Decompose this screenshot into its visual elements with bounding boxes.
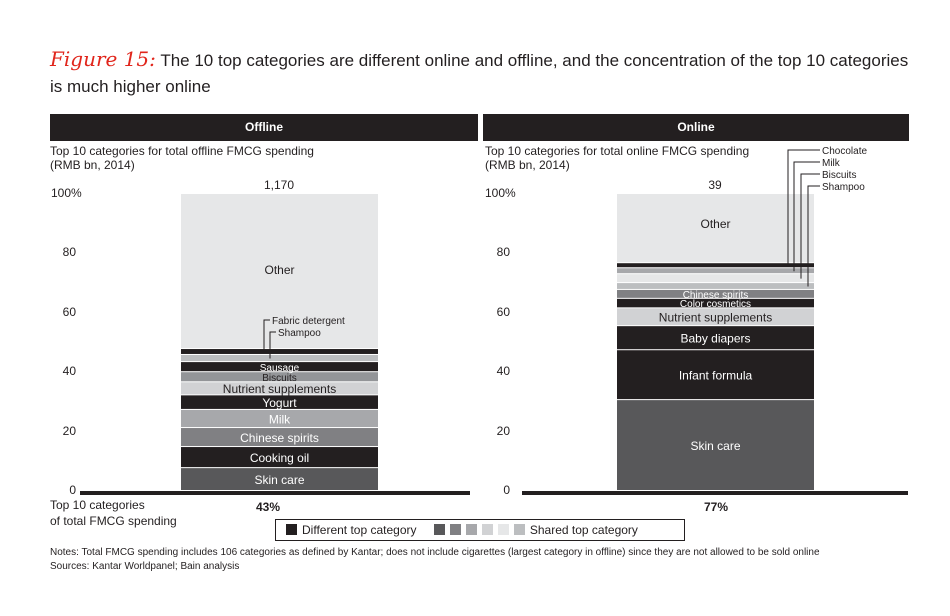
online-callout-label: Biscuits	[822, 170, 856, 181]
offline-callout-label: Shampoo	[278, 328, 321, 339]
legend-swatch-shared	[513, 524, 525, 535]
offline-top10-share: 43%	[255, 500, 281, 514]
online-callout-label: Chocolate	[822, 146, 867, 157]
offline-segment-label: Yogurt	[262, 396, 297, 410]
offline-bar-segment	[181, 349, 378, 354]
legend-swatch-shared	[465, 524, 477, 535]
legend-swatch-shared	[433, 524, 445, 535]
online-bar-segment	[617, 268, 814, 274]
offline-segment-label: Skin care	[254, 473, 304, 487]
top10-share-label: Top 10 categories of total FMCG spending	[50, 497, 177, 529]
offline-x-axis	[80, 491, 470, 495]
top10-share-label-line2: of total FMCG spending	[50, 514, 177, 528]
online-bar-segment	[617, 274, 814, 283]
legend-swatch-shared	[497, 524, 509, 535]
online-segment-label: Nutrient supplements	[659, 311, 772, 325]
top10-share-label-line1: Top 10 categories	[50, 498, 145, 512]
offline-segment-label: Other	[264, 263, 294, 277]
offline-segment-label: Chinese spirits	[240, 431, 319, 445]
online-callout-label: Milk	[822, 158, 841, 169]
sources-text: Sources: Kantar Worldpanel; Bain analysi…	[50, 561, 240, 572]
online-bar-segment	[617, 283, 814, 289]
legend: Different top category Shared top catego…	[275, 519, 685, 541]
legend-shared-swatches	[433, 523, 530, 537]
online-segment-label: Chinese spirits	[683, 290, 749, 301]
legend-swatch-shared	[449, 524, 461, 535]
online-top10-share: 77%	[703, 500, 729, 514]
online-x-axis	[522, 491, 908, 495]
offline-bar-segment	[181, 354, 378, 362]
online-segment-label: Skin care	[690, 439, 740, 453]
online-segment-label: Baby diapers	[680, 332, 750, 346]
offline-segment-label: Cooking oil	[250, 451, 309, 465]
offline-callout-label: Fabric detergent	[272, 316, 345, 327]
online-bar-segment	[617, 263, 814, 268]
legend-swatch-different	[286, 524, 297, 535]
legend-label-different: Different top category	[302, 523, 417, 537]
legend-swatch-shared	[481, 524, 493, 535]
offline-segment-label: Nutrient supplements	[223, 382, 336, 396]
notes-text: Notes: Total FMCG spending includes 106 …	[50, 547, 820, 558]
notes: Notes: Total FMCG spending includes 106 …	[50, 546, 820, 574]
offline-segment-label: Milk	[269, 412, 291, 426]
offline-segment-label: Biscuits	[262, 373, 296, 384]
online-segment-label: Other	[700, 217, 730, 231]
online-callout-label: Shampoo	[822, 182, 865, 193]
offline-segment-label: Sausage	[260, 363, 300, 374]
online-segment-label: Infant formula	[679, 368, 753, 382]
legend-label-shared: Shared top category	[529, 523, 638, 537]
